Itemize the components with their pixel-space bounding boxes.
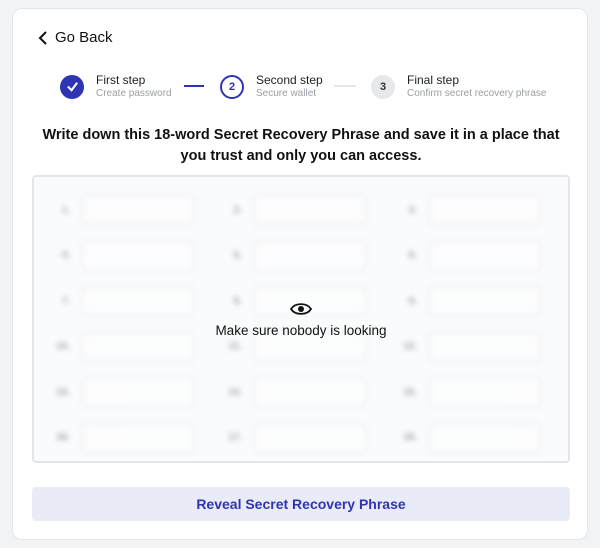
eye-icon — [290, 302, 312, 315]
step-title: First step — [96, 73, 146, 87]
step-title: Second step — [256, 73, 323, 87]
step-connector-inactive — [334, 85, 356, 87]
step-number: 2 — [220, 74, 244, 99]
step-title: Final step — [407, 73, 460, 87]
step-subtitle: Secure wallet — [256, 88, 317, 99]
go-back-button[interactable]: Go Back — [37, 29, 113, 46]
secure-wallet-card: Go Back First step Create password 2 Sec… — [12, 8, 588, 540]
progress-stepper: First step Create password 2 Second step… — [13, 73, 587, 103]
recovery-phrase-box[interactable]: 1. 2. 3. 4. 5. 6. 7. 8. 9. 10. 11. 12. 13. 14. 15. 16. 1… — [32, 175, 570, 463]
instruction-text: Write down this 18-word Secret Recovery … — [42, 127, 560, 164]
overlay-message: Make sure nobody is looking — [215, 322, 387, 338]
step-connector-active — [184, 85, 204, 87]
step-subtitle: Confirm secret recovery phrase — [407, 88, 547, 99]
step-final: 3 Final step Confirm secret recovery phr… — [371, 73, 547, 100]
go-back-label: Go Back — [55, 29, 113, 46]
chevron-left-icon — [38, 30, 47, 45]
step-subtitle: Create password — [96, 88, 172, 99]
reveal-phrase-button[interactable]: Reveal Secret Recovery Phrase — [32, 487, 570, 521]
step-first: First step Create password — [60, 73, 172, 100]
step-complete-check-icon — [60, 74, 84, 99]
privacy-overlay: Make sure nobody is looking — [34, 177, 568, 461]
step-number: 3 — [371, 74, 395, 99]
step-second: 2 Second step Secure wallet — [220, 73, 323, 100]
